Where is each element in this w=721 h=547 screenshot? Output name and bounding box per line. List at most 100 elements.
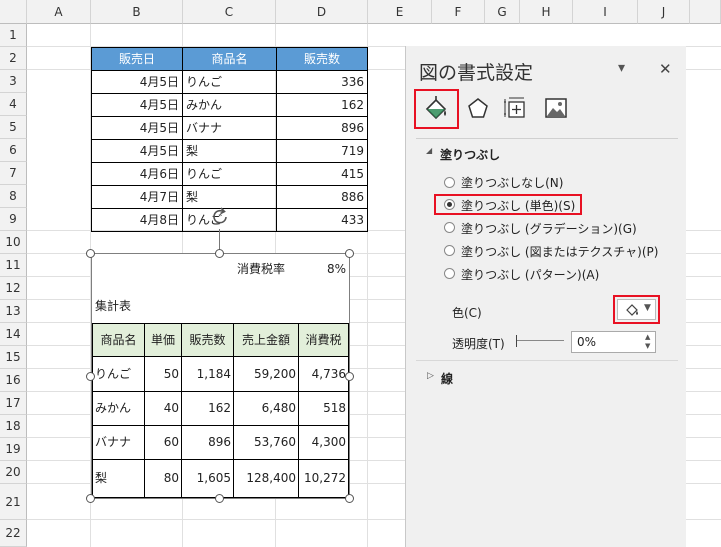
fill-option-label[interactable]: 塗りつぶし (パターン)(A) [461, 266, 599, 283]
pane-options-dropdown-icon[interactable]: ▾ [618, 60, 625, 76]
picture-cell: 10,272 [298, 459, 349, 498]
picture-summary-title: 集計表 [95, 299, 132, 313]
fill-option-label[interactable]: 塗りつぶしなし(N) [461, 174, 563, 191]
column-header-k[interactable] [690, 0, 721, 24]
column-header-b[interactable]: B [91, 0, 183, 24]
transparency-slider-track[interactable] [517, 340, 564, 341]
sales-header-qty[interactable]: 販売数 [276, 47, 368, 71]
linked-picture[interactable]: 消費税率 8% 集計表 商品名 単価 販売数 売上金額 消費税 りんご 50 1… [91, 253, 350, 499]
table-cell[interactable]: 4月7日 [91, 185, 183, 209]
picture-icon[interactable] [544, 96, 568, 120]
table-cell[interactable]: 4月5日 [91, 70, 183, 94]
collapsed-line-icon[interactable]: ▷ [427, 371, 434, 381]
row-header-19[interactable]: 19 [0, 438, 27, 461]
row-header-18[interactable]: 18 [0, 415, 27, 438]
transparency-input[interactable]: 0% ▲ ▼ [571, 331, 656, 353]
fill-option-label[interactable]: 塗りつぶし (図またはテクスチャ)(P) [461, 243, 658, 260]
rotate-handle-icon[interactable] [211, 205, 231, 229]
column-header-c[interactable]: C [183, 0, 276, 24]
column-header-f[interactable]: F [432, 0, 485, 24]
line-section-header[interactable]: 線 [441, 370, 453, 387]
row-header-9[interactable]: 9 [0, 208, 27, 231]
table-cell[interactable]: 886 [276, 185, 368, 209]
row-header-16[interactable]: 16 [0, 369, 27, 392]
fill-line-icon[interactable] [423, 96, 449, 122]
radio-picture-fill[interactable] [444, 245, 455, 256]
resize-handle-top-left[interactable] [86, 249, 95, 258]
close-icon[interactable]: ✕ [659, 60, 672, 78]
format-picture-pane: 図の書式設定 ▾ ✕ ◢ 塗りつぶし 塗りつぶしなし(N) 塗りつぶし (単色)… [405, 46, 686, 547]
rotate-handle-stem [219, 229, 220, 251]
table-cell[interactable]: みかん [182, 93, 277, 117]
row-header-22[interactable]: 22 [0, 520, 27, 547]
expand-fill-icon[interactable]: ◢ [426, 146, 432, 155]
table-cell[interactable]: 336 [276, 70, 368, 94]
row-header-6[interactable]: 6 [0, 139, 27, 162]
row-header-11[interactable]: 11 [0, 254, 27, 277]
resize-handle-bottom[interactable] [215, 494, 224, 503]
sales-header-product[interactable]: 商品名 [182, 47, 277, 71]
radio-no-fill[interactable] [444, 177, 455, 188]
table-cell[interactable]: 162 [276, 93, 368, 117]
spinner-down-icon[interactable]: ▼ [645, 342, 650, 351]
resize-handle-bottom-right[interactable] [345, 494, 354, 503]
radio-gradient-fill[interactable] [444, 222, 455, 233]
row-header-12[interactable]: 12 [0, 277, 27, 300]
table-cell[interactable]: 415 [276, 162, 368, 186]
row-header-8[interactable]: 8 [0, 185, 27, 208]
resize-handle-top-right[interactable] [345, 249, 354, 258]
table-cell[interactable]: バナナ [182, 116, 277, 140]
table-cell[interactable]: りんご [182, 70, 277, 94]
table-cell[interactable]: 梨 [182, 139, 277, 163]
table-cell[interactable]: 719 [276, 139, 368, 163]
sales-header-date[interactable]: 販売日 [91, 47, 183, 71]
fill-section-header[interactable]: 塗りつぶし [440, 146, 500, 163]
table-cell[interactable]: 4月5日 [91, 139, 183, 163]
resize-handle-left[interactable] [86, 372, 95, 381]
radio-solid-fill[interactable] [444, 199, 455, 210]
row-header-13[interactable]: 13 [0, 300, 27, 323]
spinner-up-icon[interactable]: ▲ [645, 333, 650, 342]
fill-option-label[interactable]: 塗りつぶし (グラデーション)(G) [461, 220, 637, 237]
resize-handle-top[interactable] [215, 249, 224, 258]
column-header-a[interactable]: A [27, 0, 91, 24]
select-all-corner[interactable] [0, 0, 27, 24]
row-header-14[interactable]: 14 [0, 323, 27, 346]
fill-color-button[interactable]: ▼ [617, 299, 656, 320]
row-header-5[interactable]: 5 [0, 116, 27, 139]
row-header-17[interactable]: 17 [0, 392, 27, 415]
row-header-2[interactable]: 2 [0, 47, 27, 70]
size-properties-icon[interactable] [504, 96, 528, 120]
column-header-d[interactable]: D [276, 0, 368, 24]
resize-handle-bottom-left[interactable] [86, 494, 95, 503]
table-cell[interactable]: りんご [182, 162, 277, 186]
column-header-i[interactable]: I [573, 0, 638, 24]
column-header-j[interactable]: J [638, 0, 690, 24]
table-cell[interactable]: 4月5日 [91, 116, 183, 140]
row-header-3[interactable]: 3 [0, 70, 27, 93]
row-header-4[interactable]: 4 [0, 93, 27, 116]
table-cell[interactable]: 4月6日 [91, 162, 183, 186]
effects-pentagon-icon[interactable] [466, 96, 490, 120]
column-header-h[interactable]: H [520, 0, 573, 24]
row-header-21[interactable]: 21 [0, 484, 27, 520]
column-header-g[interactable]: G [485, 0, 520, 24]
row-header-7[interactable]: 7 [0, 162, 27, 185]
table-cell[interactable]: 4月8日 [91, 208, 183, 232]
table-cell[interactable]: 4月5日 [91, 93, 183, 117]
picture-header: 消費税 [298, 323, 349, 357]
column-header-e[interactable]: E [368, 0, 432, 24]
picture-cell: りんご [92, 356, 145, 392]
row-header-20[interactable]: 20 [0, 461, 27, 484]
table-cell[interactable]: 433 [276, 208, 368, 232]
row-header-15[interactable]: 15 [0, 346, 27, 369]
row-header-10[interactable]: 10 [0, 231, 27, 254]
row-header-1[interactable]: 1 [0, 24, 27, 47]
transparency-slider-thumb[interactable] [516, 335, 517, 347]
picture-cell: 60 [144, 425, 182, 460]
resize-handle-right[interactable] [345, 372, 354, 381]
radio-pattern-fill[interactable] [444, 268, 455, 279]
table-cell[interactable]: 896 [276, 116, 368, 140]
picture-cell: みかん [92, 391, 145, 426]
fill-option-label[interactable]: 塗りつぶし (単色)(S) [461, 197, 575, 214]
